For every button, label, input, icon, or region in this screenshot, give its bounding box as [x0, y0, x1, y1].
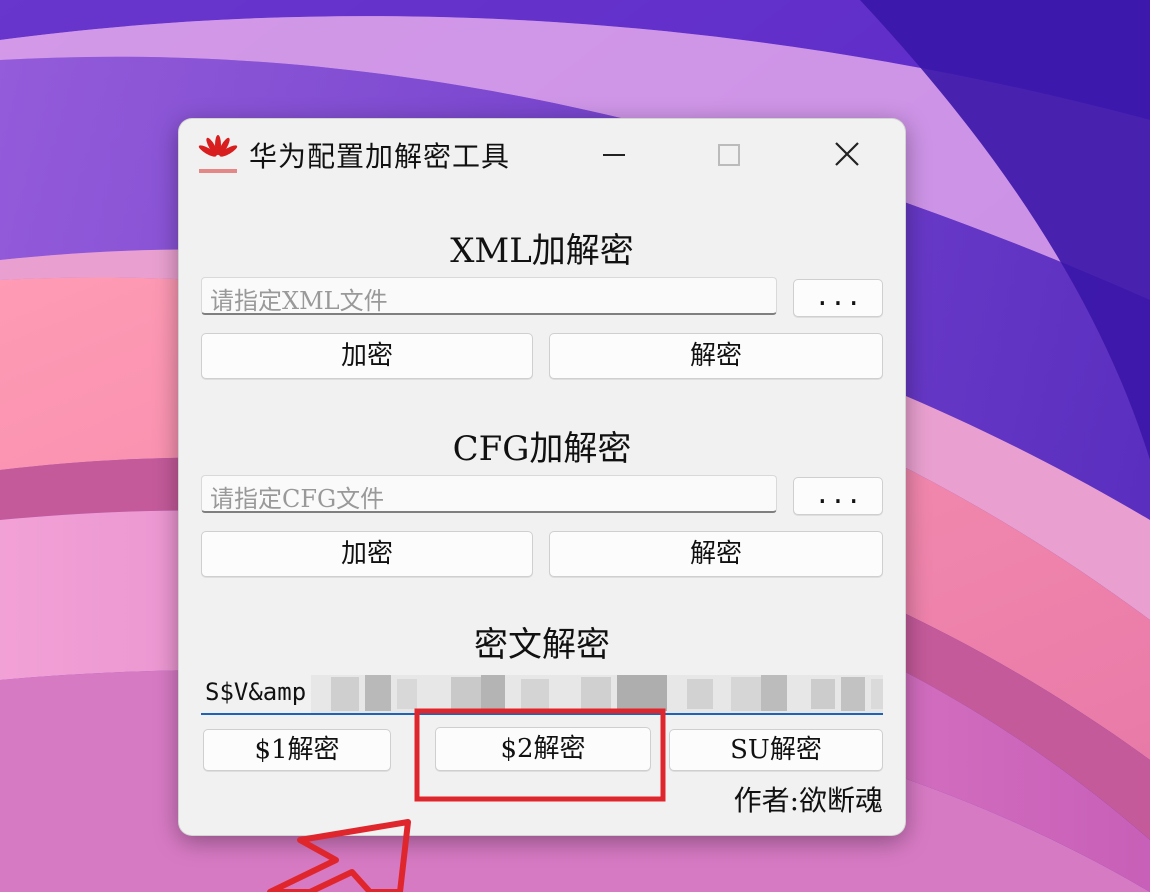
title-bar[interactable]: 华为配置加解密工具 — [179, 119, 905, 191]
minimize-icon[interactable] — [583, 131, 643, 179]
xml-file-input[interactable]: 请指定XML文件 — [201, 277, 777, 315]
xml-section-title: XML加解密 — [450, 231, 634, 271]
blurred-cipher-mosaic — [311, 675, 883, 713]
cfg-decrypt-button[interactable]: 解密 — [549, 531, 883, 577]
huawei-logo-icon — [198, 135, 238, 173]
close-icon[interactable] — [817, 131, 877, 179]
window-title: 华为配置加解密工具 — [249, 140, 511, 173]
xml-encrypt-button[interactable]: 加密 — [201, 333, 533, 379]
cfg-section-title: CFG加解密 — [452, 429, 632, 469]
cfg-file-placeholder: 请指定CFG文件 — [210, 485, 385, 513]
author-label: 作者:欲断魂 — [733, 784, 883, 817]
xml-decrypt-button[interactable]: 解密 — [549, 333, 883, 379]
xml-browse-button[interactable]: ... — [793, 279, 883, 317]
cipher-text-input[interactable]: S$V&amp — [201, 675, 883, 715]
decrypt-dollar1-button[interactable]: $1解密 — [203, 729, 391, 771]
cipher-text-value: S$V&amp — [205, 678, 307, 706]
app-window: 华为配置加解密工具 XML加解密 请指定XML文件 ... 加密 解密 CFG加… — [178, 118, 906, 836]
cfg-file-input[interactable]: 请指定CFG文件 — [201, 475, 777, 513]
xml-file-placeholder: 请指定XML文件 — [210, 287, 388, 315]
decrypt-dollar2-button[interactable]: $2解密 — [435, 727, 651, 771]
decrypt-su-button[interactable]: SU解密 — [669, 729, 883, 771]
maximize-icon[interactable] — [699, 131, 759, 179]
cfg-encrypt-button[interactable]: 加密 — [201, 531, 533, 577]
cipher-section-title: 密文解密 — [474, 625, 610, 665]
cfg-browse-button[interactable]: ... — [793, 477, 883, 515]
